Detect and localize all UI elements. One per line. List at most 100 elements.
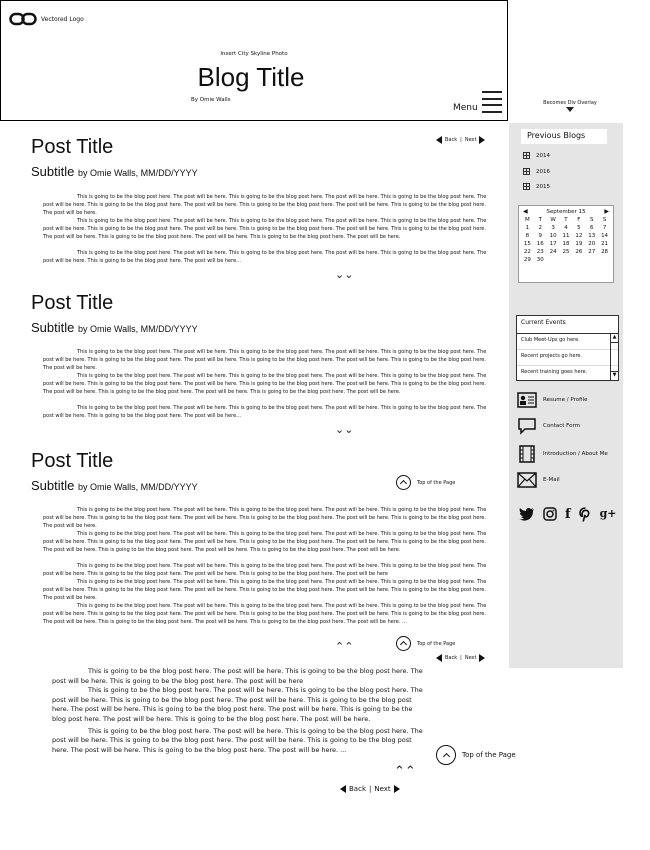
top-of-page-label: Top of the Page — [462, 751, 516, 759]
calendar-day[interactable]: 1 — [521, 225, 534, 231]
year-item-2016[interactable]: 2016 — [523, 168, 550, 175]
calendar-day[interactable]: 2 — [534, 225, 547, 231]
hamburger-icon — [481, 91, 502, 113]
arrow-left-icon — [340, 785, 346, 793]
email-link-label: E-Mail — [543, 477, 560, 483]
event-item[interactable]: Recent projects go here. — [517, 350, 618, 366]
collapse-chevron-icon[interactable]: ⌃⌃ — [335, 640, 353, 653]
contact-link-label: Contact Form — [543, 423, 581, 429]
year-item-2015[interactable]: 2015 — [523, 183, 550, 190]
bottom-back-next[interactable]: Back | Next — [340, 785, 400, 793]
event-item[interactable]: Club Meet-Ups go here. — [517, 334, 618, 350]
calendar-day[interactable]: 28 — [598, 249, 611, 255]
calendar-day[interactable]: 11 — [560, 233, 573, 239]
photo-placeholder-text: Insert City Skyline Photo — [220, 51, 288, 57]
calendar-day[interactable]: 27 — [585, 249, 598, 255]
calendar-day[interactable]: 15 — [521, 241, 534, 247]
post-paragraph: This is going to be the blog post here. … — [43, 250, 487, 264]
post-paragraph: This is going to be the blog post here. … — [43, 531, 487, 553]
next-link[interactable]: Next — [465, 137, 477, 143]
calendar-day[interactable]: 9 — [534, 233, 547, 239]
calendar-day[interactable]: 6 — [585, 225, 598, 231]
calendar-day[interactable]: 13 — [585, 233, 598, 239]
top-of-page-link[interactable]: Top of the Page — [396, 636, 455, 651]
calendar-day[interactable]: 25 — [560, 249, 573, 255]
logo-text: Vectored Logo — [41, 15, 84, 23]
calendar-month: September 15 — [546, 208, 586, 215]
about-link[interactable]: Introduction / About Me — [517, 445, 608, 463]
calendar-day[interactable]: 23 — [534, 249, 547, 255]
menu-button[interactable]: Menu — [453, 91, 502, 113]
top-of-page-link[interactable]: Top of the Page — [436, 745, 516, 765]
calendar-weekday: S — [602, 217, 607, 223]
year-item-2014[interactable]: 2014 — [523, 152, 550, 159]
calendar-weekday: T — [538, 217, 542, 223]
calendar-day[interactable]: 7 — [598, 225, 611, 231]
calendar-day[interactable]: 19 — [572, 241, 585, 247]
calendar-day[interactable]: 30 — [534, 257, 547, 263]
post-subtitle: Subtitle by Omie Walls, MM/DD/YYYY — [31, 164, 198, 179]
top-of-page-link[interactable]: Top of the Page — [396, 475, 455, 490]
back-link[interactable]: Back — [445, 137, 457, 143]
event-item[interactable]: Recent training goes here. — [517, 366, 618, 382]
calendar-day[interactable]: 29 — [521, 257, 534, 263]
back-link[interactable]: Back — [445, 655, 457, 661]
expand-plus-icon — [523, 183, 530, 190]
events-scrollbar[interactable]: ▲ ▼ — [610, 334, 618, 380]
arrow-right-icon — [393, 785, 400, 793]
expand-chevron-icon[interactable]: ⌄⌄ — [335, 423, 353, 436]
post-byline: by Omie Walls, MM/DD/YYYY — [78, 324, 198, 334]
contact-link[interactable]: Contact Form — [517, 417, 580, 435]
expand-chevron-icon[interactable]: ⌄⌄ — [335, 268, 353, 281]
scroll-up-icon[interactable]: ▲ — [611, 334, 618, 343]
calendar-day[interactable]: 10 — [547, 233, 560, 239]
nav-separator: | — [460, 655, 462, 661]
subtitle-text: Subtitle — [31, 320, 75, 335]
current-events-title: Current Events — [517, 316, 618, 334]
post-title: Post Title — [31, 292, 114, 314]
post-title: Post Title — [31, 136, 114, 158]
menu-overlay-note[interactable]: Becomes Div Overlay — [530, 100, 610, 112]
next-link[interactable]: Next — [374, 785, 390, 793]
google-plus-icon[interactable]: g+ — [600, 507, 617, 526]
calendar-day[interactable]: 20 — [585, 241, 598, 247]
calendar-day[interactable]: 18 — [560, 241, 573, 247]
header-byline: By Omie Walls — [191, 97, 231, 103]
calendar-day[interactable]: 26 — [572, 249, 585, 255]
calendar-day[interactable]: 17 — [547, 241, 560, 247]
calendar-weekday: F — [577, 217, 581, 223]
collapse-chevron-icon[interactable]: ⌃⌃ — [394, 764, 416, 779]
calendar-day[interactable]: 5 — [572, 225, 585, 231]
calendar-next-icon[interactable]: ▶ — [604, 208, 609, 215]
post1-back-next[interactable]: Back | Next — [436, 136, 486, 144]
resume-link[interactable]: Resume / Profile — [517, 391, 588, 409]
calendar-day[interactable]: 3 — [547, 225, 560, 231]
calendar-day[interactable]: 14 — [598, 233, 611, 239]
calendar-day[interactable]: 4 — [560, 225, 573, 231]
calendar-day[interactable]: 24 — [547, 249, 560, 255]
post-body: This is going to be the blog post here. … — [43, 348, 495, 420]
site-header: Vectored Logo Insert City Skyline Photo … — [0, 0, 508, 121]
calendar: ◀ September 15 ▶ M T W T F S S 1 2 3 4 5 6 7 8 9 10 11 12 1… — [518, 205, 614, 283]
calendar-day[interactable]: 21 — [598, 241, 611, 247]
post3-back-next[interactable]: Back | Next — [436, 654, 486, 662]
twitter-icon[interactable] — [519, 507, 535, 526]
next-link[interactable]: Next — [465, 655, 477, 661]
sidebar: Previous Blogs 2014 2016 2015 ◀ Septembe… — [509, 123, 623, 668]
email-link[interactable]: E-Mail — [517, 471, 560, 489]
calendar-day[interactable]: 22 — [521, 249, 534, 255]
calendar-day[interactable]: 8 — [521, 233, 534, 239]
instagram-icon[interactable] — [543, 507, 557, 526]
facebook-icon[interactable]: f — [565, 507, 571, 526]
pinterest-icon[interactable] — [578, 507, 592, 526]
calendar-day[interactable]: 16 — [534, 241, 547, 247]
scroll-down-icon[interactable]: ▼ — [611, 371, 618, 380]
logo[interactable]: Vectored Logo — [9, 11, 84, 27]
post-paragraph: This is going to be the blog post here. … — [43, 218, 487, 240]
post-body-large: This is going to be the blog post here. … — [52, 667, 427, 755]
arrow-up-circle-icon — [396, 636, 411, 651]
back-link[interactable]: Back — [349, 785, 366, 793]
calendar-prev-icon[interactable]: ◀ — [523, 208, 528, 215]
post-paragraph: This is going to be the blog post here. … — [52, 686, 423, 723]
calendar-day[interactable]: 12 — [572, 233, 585, 239]
